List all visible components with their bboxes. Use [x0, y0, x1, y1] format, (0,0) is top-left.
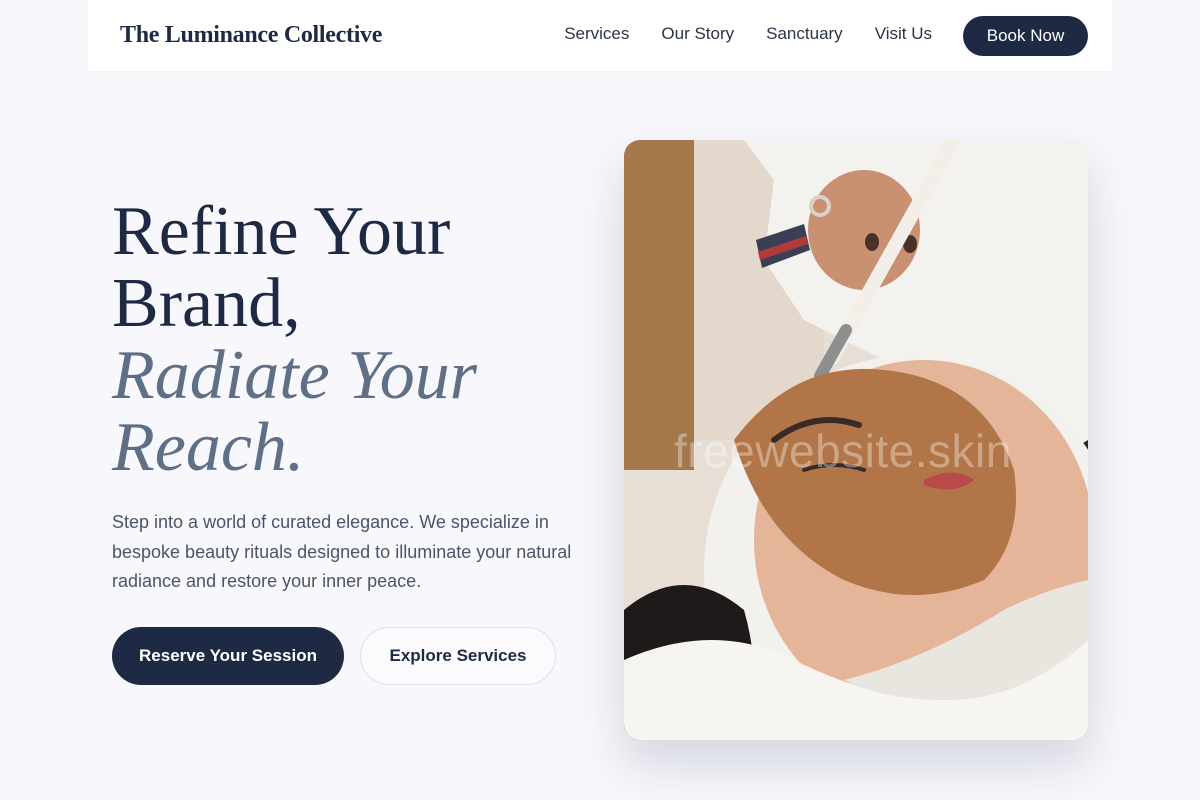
brand-logo[interactable]: The Luminance Collective	[120, 22, 382, 49]
hero-title-line-2: Brand,	[112, 265, 301, 342]
nav-link-our-story[interactable]: Our Story	[661, 24, 734, 44]
book-now-button[interactable]: Book Now	[963, 16, 1088, 56]
hero-title-line-1: Refine Your	[112, 193, 451, 270]
nav-link-services[interactable]: Services	[564, 24, 629, 44]
hero-title-accent-line-1: Radiate Your	[112, 337, 477, 414]
nav-link-sanctuary[interactable]: Sanctuary	[766, 24, 843, 44]
explore-services-button[interactable]: Explore Services	[360, 627, 556, 685]
hero-title: Refine Your Brand, Radiate Your Reach.	[112, 196, 592, 484]
image-watermark: freewebsite.skin	[674, 425, 1012, 477]
nav-link-visit-us[interactable]: Visit Us	[875, 24, 932, 44]
reserve-session-button[interactable]: Reserve Your Session	[112, 627, 344, 685]
main-nav: Services Our Story Sanctuary Visit Us	[564, 24, 932, 44]
hero-title-accent-line-2: Reach.	[112, 409, 305, 486]
hero-facial-treatment-image: freewebsite.skin	[624, 140, 1088, 740]
site-header: The Luminance Collective Services Our St…	[88, 0, 1112, 72]
hero-description: Step into a world of curated elegance. W…	[112, 512, 572, 591]
